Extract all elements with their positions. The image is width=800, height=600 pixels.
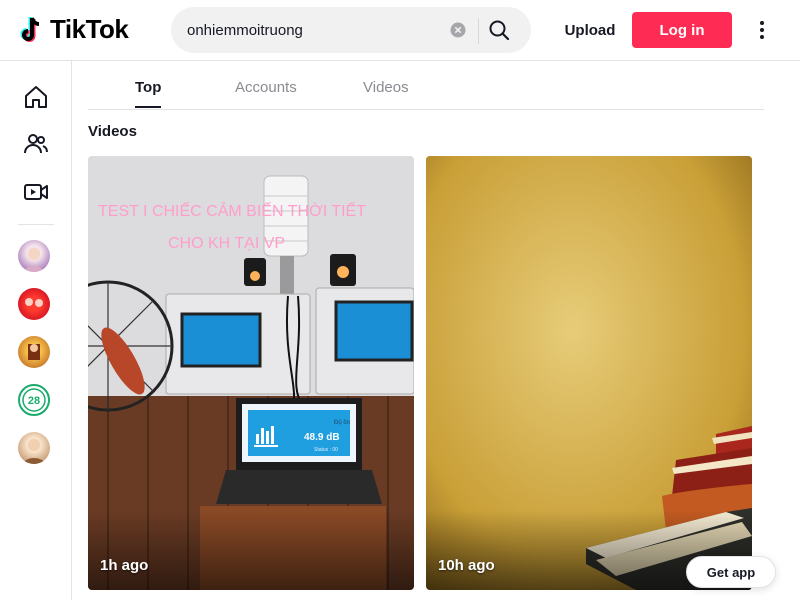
avatar-5 xyxy=(23,439,45,464)
svg-text:28: 28 xyxy=(28,395,40,407)
sidebar-avatar-2[interactable] xyxy=(18,288,50,320)
screen-value: 48.9 dB xyxy=(304,432,340,443)
login-button[interactable]: Log in xyxy=(632,12,732,48)
avatar-3 xyxy=(28,344,40,360)
avatar-1 xyxy=(24,248,44,272)
following-icon xyxy=(24,134,48,154)
video-timestamp: 1h ago xyxy=(100,557,149,574)
upload-button[interactable]: Upload xyxy=(560,12,620,48)
card-gradient xyxy=(88,510,414,590)
sidebar-divider xyxy=(18,224,54,225)
tab-accounts[interactable]: Accounts xyxy=(235,79,297,96)
video-card-1[interactable]: TEST I CHIẾC CẢM BIẾN THỜI TIẾT CHO KH T… xyxy=(88,156,414,590)
clear-search-button[interactable] xyxy=(450,22,466,38)
search-bar xyxy=(171,7,531,53)
screen-status: Status : 00 xyxy=(314,447,338,453)
tiktok-logo-icon xyxy=(20,16,40,42)
search-divider xyxy=(478,18,479,44)
video-overlay-line-2: CHO KH TẠI VP xyxy=(168,235,285,252)
video-card-2[interactable]: 10h ago xyxy=(426,156,752,590)
search-icon xyxy=(489,20,510,41)
home-icon xyxy=(25,86,47,108)
tiktok-logo[interactable]: TikTok xyxy=(19,14,129,45)
tab-videos[interactable]: Videos xyxy=(363,79,409,96)
search-tabs: Top Accounts Videos xyxy=(88,62,764,110)
tab-top[interactable]: Top xyxy=(135,79,161,96)
avatar-4: 28 xyxy=(22,388,46,412)
sidebar-item-following[interactable] xyxy=(20,128,52,160)
sidebar-avatar-4[interactable]: 28 xyxy=(18,384,50,416)
more-menu-button[interactable] xyxy=(750,16,774,44)
sidebar-item-home[interactable] xyxy=(20,81,52,113)
sidebar-avatar-1[interactable] xyxy=(18,240,50,272)
more-vertical-icon xyxy=(760,21,764,39)
active-tab-indicator xyxy=(135,106,161,108)
logo-text: TikTok xyxy=(50,14,129,44)
live-icon xyxy=(24,184,48,200)
screen-label: Độ ồn xyxy=(334,420,350,426)
avatar-2 xyxy=(25,298,43,307)
video-timestamp: 10h ago xyxy=(438,557,495,574)
get-app-button[interactable]: Get app xyxy=(686,556,776,588)
sidebar-item-live[interactable] xyxy=(20,176,52,208)
left-sidebar: 28 xyxy=(0,61,72,600)
search-button[interactable] xyxy=(484,16,514,44)
search-input[interactable] xyxy=(187,7,447,53)
sidebar-avatar-5[interactable] xyxy=(18,432,50,464)
video-overlay-line-1: TEST I CHIẾC CẢM BIẾN THỜI TIẾT xyxy=(98,201,366,220)
section-title: Videos xyxy=(88,123,137,140)
clear-icon xyxy=(450,22,466,38)
top-header: TikTok Upload Log in xyxy=(0,0,800,61)
sidebar-avatar-3[interactable] xyxy=(18,336,50,368)
